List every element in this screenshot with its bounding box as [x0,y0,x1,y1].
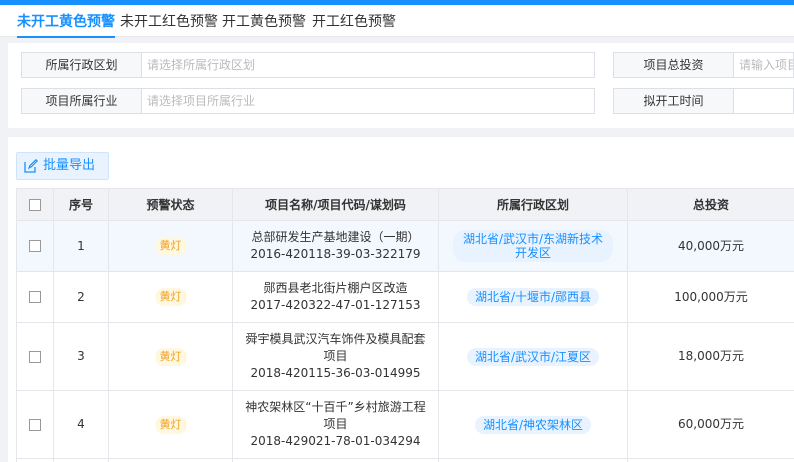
project-name: 总部研发生产基地建设（一期） [251,230,420,244]
status-badge: 黄灯 [154,237,187,255]
table-row[interactable]: 1 黄灯 总部研发生产基地建设（一期） 2016-420118-39-03-32… [16,220,794,272]
investment-input[interactable] [733,52,794,78]
industry-select-input[interactable] [147,90,594,112]
region-tag: 湖北省/神农架林区 [474,415,592,434]
select-all-cell [16,188,54,221]
row-checkbox[interactable] [29,350,41,363]
region-tag: 湖北省/武汉市/东湖新技术开发区 [453,230,613,262]
table-header-row: 序号 预警状态 项目名称/项目代码/谋划码 所属行政区划 总投资 [16,188,794,221]
project-name: 郧西县老北街片棚户区改造 [263,281,408,295]
start-time-filter-label: 拟开工时间 [613,88,734,114]
row-index: 3 [53,322,109,391]
status-badge: 黄灯 [154,347,187,366]
project-info-cell: 神农架林区“十百千”乡村旅游工程项目 2018-429021-78-01-034… [232,390,439,459]
select-all-checkbox[interactable] [29,199,41,211]
row-checkbox[interactable] [29,240,41,252]
project-info-cell: 总部研发生产基地建设（一期） 2016-420118-39-03-322179 [232,220,439,272]
col-header-project: 项目名称/项目代码/谋划码 [232,188,439,221]
project-name: 神农架林区“十百千”乡村旅游工程项目 [245,400,426,431]
row-checkbox[interactable] [29,418,41,431]
status-badge: 黄灯 [154,415,187,434]
investment-filter-label: 项目总投资 [613,52,734,78]
region-select[interactable] [141,52,595,78]
batch-export-button[interactable]: 批量导出 [16,152,109,180]
status-badge: 黄灯 [154,288,187,306]
project-code: 2018-429021-78-01-034294 [250,434,421,448]
project-info-cell: 郧西县老北街片棚户区改造 2017-420322-47-01-127153 [232,271,439,323]
region-select-input[interactable] [147,54,594,76]
row-index: 1 [53,220,109,272]
col-header-status: 预警状态 [108,188,233,221]
tab-unstarted-yellow[interactable]: 未开工黄色预警 [17,11,115,38]
batch-export-label: 批量导出 [43,158,96,173]
table-row-partial [16,458,794,462]
region-tag: 湖北省/武汉市/江夏区 [466,347,600,366]
edit-icon [24,159,38,173]
row-index: 4 [53,390,109,459]
table-row[interactable]: 2 黄灯 郧西县老北街片棚户区改造 2017-420322-47-01-1271… [16,271,794,323]
warning-tabs: 未开工黄色预警 未开工红色预警 开工黄色预警 开工红色预警 [0,5,794,38]
project-info-cell: 舜宇模具武汉汽车饰件及模具配套项目 2018-420115-36-03-0149… [232,322,439,391]
investment-value: 60,000万元 [627,390,794,459]
region-tag: 湖北省/十堰市/郧西县 [466,288,600,306]
project-code: 2017-420322-47-01-127153 [250,298,421,312]
tab-unstarted-red[interactable]: 未开工红色预警 [120,11,218,31]
tab-started-red[interactable]: 开工红色预警 [312,11,396,31]
col-header-investment: 总投资 [627,188,794,221]
industry-select[interactable] [141,88,595,114]
row-index: 2 [53,271,109,323]
investment-value: 40,000万元 [627,220,794,272]
region-filter-label: 所属行政区划 [21,52,142,78]
col-header-index: 序号 [53,188,109,221]
table-row[interactable]: 4 黄灯 神农架林区“十百千”乡村旅游工程项目 2018-429021-78-0… [16,390,794,459]
filter-panel: 所属行政区划 项目总投资 项目所属行业 拟开工时间 [8,43,794,128]
project-table: 序号 预警状态 项目名称/项目代码/谋划码 所属行政区划 总投资 1 黄灯 总部… [16,188,794,462]
tab-started-yellow[interactable]: 开工黄色预警 [222,11,306,31]
results-panel: 批量导出 序号 预警状态 项目名称/项目代码/谋划码 所属行政区划 总投资 1 … [8,137,794,462]
investment-value: 18,000万元 [627,322,794,391]
row-checkbox[interactable] [29,291,41,303]
project-code: 2016-420118-39-03-322179 [250,247,421,261]
project-code: 2018-420115-36-03-014995 [250,366,421,380]
table-row[interactable]: 3 黄灯 舜宇模具武汉汽车饰件及模具配套项目 2018-420115-36-03… [16,322,794,391]
investment-input-field[interactable] [739,54,793,76]
start-time-picker[interactable] [733,88,794,114]
start-time-input[interactable] [739,90,793,112]
industry-filter-label: 项目所属行业 [21,88,142,114]
project-name: 舜宇模具武汉汽车饰件及模具配套项目 [245,332,426,363]
col-header-region: 所属行政区划 [438,188,628,221]
investment-value: 100,000万元 [627,271,794,323]
